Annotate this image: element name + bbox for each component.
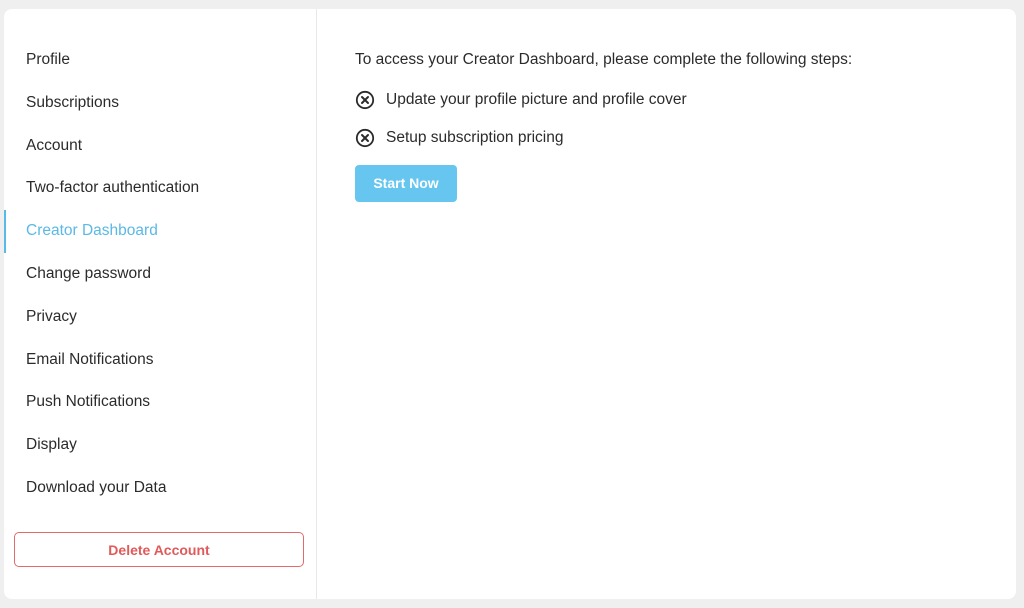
step-subscription-pricing: Setup subscription pricing (355, 126, 564, 150)
step-label: Update your profile picture and profile … (386, 91, 687, 108)
step-label: Setup subscription pricing (386, 129, 564, 146)
start-now-button[interactable]: Start Now (355, 165, 457, 202)
x-circle-icon (355, 128, 375, 148)
sidebar-item-account[interactable]: Account (4, 125, 316, 168)
step-profile-picture: Update your profile picture and profile … (355, 88, 687, 112)
sidebar-item-subscriptions[interactable]: Subscriptions (4, 82, 316, 125)
sidebar-item-display[interactable]: Display (4, 424, 316, 467)
settings-sidebar: Profile Subscriptions Account Two-factor… (4, 9, 317, 599)
sidebar-item-push-notifications[interactable]: Push Notifications (4, 381, 316, 424)
settings-card: Profile Subscriptions Account Two-factor… (4, 9, 1016, 599)
sidebar-item-two-factor-authentication[interactable]: Two-factor authentication (4, 167, 316, 210)
creator-dashboard-intro: To access your Creator Dashboard, please… (355, 51, 853, 68)
settings-nav: Profile Subscriptions Account Two-factor… (4, 39, 316, 510)
sidebar-item-change-password[interactable]: Change password (4, 253, 316, 296)
creator-dashboard-panel: To access your Creator Dashboard, please… (317, 9, 1016, 599)
sidebar-item-creator-dashboard[interactable]: Creator Dashboard (4, 210, 316, 253)
sidebar-item-privacy[interactable]: Privacy (4, 296, 316, 339)
sidebar-item-download-your-data[interactable]: Download your Data (4, 467, 316, 510)
sidebar-item-email-notifications[interactable]: Email Notifications (4, 339, 316, 382)
sidebar-item-profile[interactable]: Profile (4, 39, 316, 82)
x-circle-icon (355, 90, 375, 110)
delete-account-button[interactable]: Delete Account (14, 532, 304, 567)
